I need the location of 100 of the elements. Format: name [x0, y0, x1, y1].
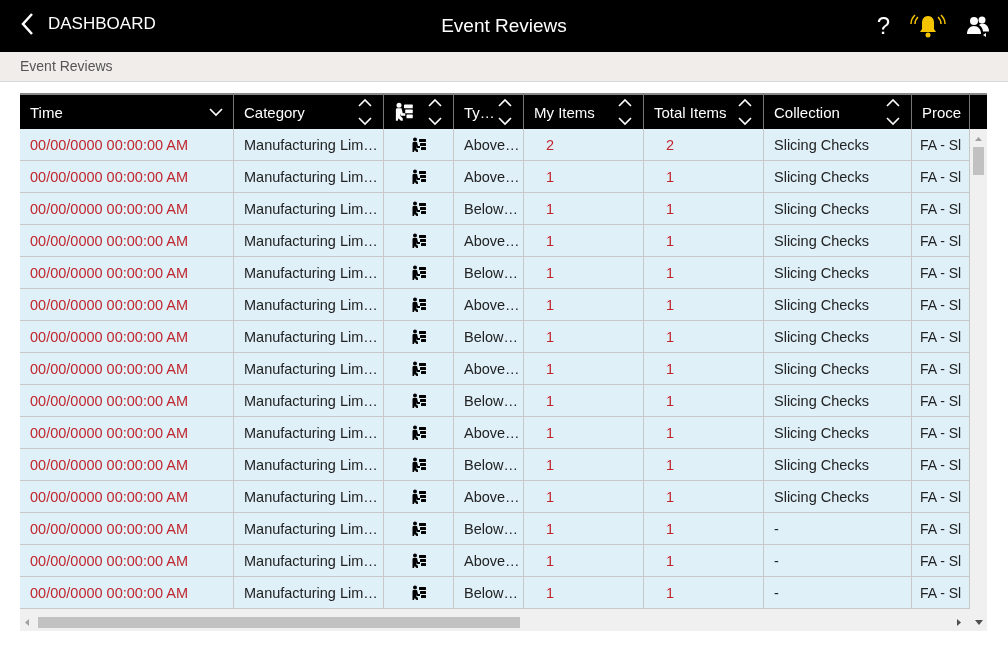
table-cell: 00/00/0000 00:00:00 AM	[20, 161, 234, 193]
table-cell: 1	[644, 417, 764, 449]
column-header[interactable]: Time	[20, 93, 234, 129]
table-cell: 2	[524, 129, 644, 161]
table-cell: FA - Sl	[912, 193, 970, 225]
table-cell: 1	[524, 513, 644, 545]
chevron-left-icon	[20, 12, 34, 36]
alarm-button[interactable]	[910, 13, 946, 39]
worker-icon	[410, 424, 427, 441]
help-button[interactable]: ?	[876, 12, 890, 40]
table-cell: Manufacturing Lim…	[234, 321, 384, 353]
table-cell: 1	[644, 545, 764, 577]
worker-icon	[410, 584, 427, 601]
table-cell: Below…	[454, 385, 524, 417]
table-cell: Above…	[454, 225, 524, 257]
table-cell: 2	[644, 129, 764, 161]
table-cell: Below…	[454, 449, 524, 481]
table-cell: 1	[644, 385, 764, 417]
table-cell: Below…	[454, 257, 524, 289]
table-cell: Above…	[454, 353, 524, 385]
table-cell: Slicing Checks	[764, 193, 912, 225]
worker-icon	[410, 136, 427, 153]
table-cell: FA - Sl	[912, 385, 970, 417]
table-cell: Manufacturing Lim…	[234, 193, 384, 225]
table-cell: FA - Sl	[912, 449, 970, 481]
column-header[interactable]: Proce	[912, 93, 970, 129]
table-cell: 00/00/0000 00:00:00 AM	[20, 289, 234, 321]
column-header[interactable]: Total Items	[644, 93, 764, 129]
table-cell: Slicing Checks	[764, 161, 912, 193]
table-cell: Above…	[454, 129, 524, 161]
table-cell: Slicing Checks	[764, 321, 912, 353]
back-button[interactable]: DASHBOARD	[20, 12, 156, 36]
table-cell: FA - Sl	[912, 577, 970, 609]
worker-icon	[394, 102, 414, 122]
worker-icon	[410, 520, 427, 537]
table-cell: 1	[644, 161, 764, 193]
column-header[interactable]: My Items	[524, 93, 644, 129]
table-cell: FA - Sl	[912, 545, 970, 577]
table-cell: 1	[644, 257, 764, 289]
table-cell: 00/00/0000 00:00:00 AM	[20, 417, 234, 449]
table-cell: Slicing Checks	[764, 481, 912, 513]
table-cell: Below…	[454, 193, 524, 225]
table-cell: Manufacturing Lim…	[234, 513, 384, 545]
table-cell: 1	[524, 193, 644, 225]
column-header[interactable]: Ty…	[454, 93, 524, 129]
worker-icon	[410, 232, 427, 249]
table-cell: 00/00/0000 00:00:00 AM	[20, 129, 234, 161]
table-cell: 1	[644, 449, 764, 481]
table-cell: 1	[524, 385, 644, 417]
table-cell: Above…	[454, 289, 524, 321]
table-cell: -	[764, 513, 912, 545]
table-cell: 1	[644, 577, 764, 609]
column-header[interactable]: Collection	[764, 93, 912, 129]
table-cell: 1	[644, 353, 764, 385]
table-cell: Below…	[454, 321, 524, 353]
table-cell: 1	[524, 449, 644, 481]
table-cell: 00/00/0000 00:00:00 AM	[20, 385, 234, 417]
column-header[interactable]	[384, 93, 454, 129]
table-cell: Slicing Checks	[764, 353, 912, 385]
worker-icon	[410, 392, 427, 409]
table-cell: Slicing Checks	[764, 449, 912, 481]
table-cell: 1	[644, 321, 764, 353]
table-cell: 1	[524, 545, 644, 577]
table-cell: Manufacturing Lim…	[234, 545, 384, 577]
table-cell: 00/00/0000 00:00:00 AM	[20, 321, 234, 353]
table-cell: 00/00/0000 00:00:00 AM	[20, 257, 234, 289]
column-header[interactable]: Category	[234, 93, 384, 129]
table-cell: 1	[524, 481, 644, 513]
table-cell: Manufacturing Lim…	[234, 449, 384, 481]
table-cell: 1	[644, 193, 764, 225]
table-cell: FA - Sl	[912, 513, 970, 545]
group-icon	[966, 14, 990, 38]
table-cell: Slicing Checks	[764, 385, 912, 417]
table-cell: FA - Sl	[912, 225, 970, 257]
table-cell: FA - Sl	[912, 417, 970, 449]
table-cell: Below…	[454, 513, 524, 545]
table-cell: FA - Sl	[912, 161, 970, 193]
table-cell: Manufacturing Lim…	[234, 577, 384, 609]
worker-icon	[410, 200, 427, 217]
table-cell: 1	[524, 257, 644, 289]
breadcrumb: Event Reviews	[20, 58, 113, 74]
worker-icon	[410, 552, 427, 569]
table-cell: FA - Sl	[912, 257, 970, 289]
table-cell: Manufacturing Lim…	[234, 257, 384, 289]
table-cell: 1	[644, 481, 764, 513]
table-cell: -	[764, 577, 912, 609]
table-cell: 00/00/0000 00:00:00 AM	[20, 481, 234, 513]
table-cell: 1	[524, 417, 644, 449]
worker-icon	[410, 168, 427, 185]
page-title: Event Reviews	[441, 15, 567, 36]
table-cell: Manufacturing Lim…	[234, 289, 384, 321]
table-cell: 00/00/0000 00:00:00 AM	[20, 513, 234, 545]
table-cell: Manufacturing Lim…	[234, 161, 384, 193]
header-corner	[970, 93, 987, 129]
worker-icon	[410, 296, 427, 313]
table-cell: Above…	[454, 417, 524, 449]
table-cell: FA - Sl	[912, 129, 970, 161]
users-button[interactable]	[966, 14, 990, 38]
table-cell: Manufacturing Lim…	[234, 129, 384, 161]
table-cell: 1	[644, 289, 764, 321]
